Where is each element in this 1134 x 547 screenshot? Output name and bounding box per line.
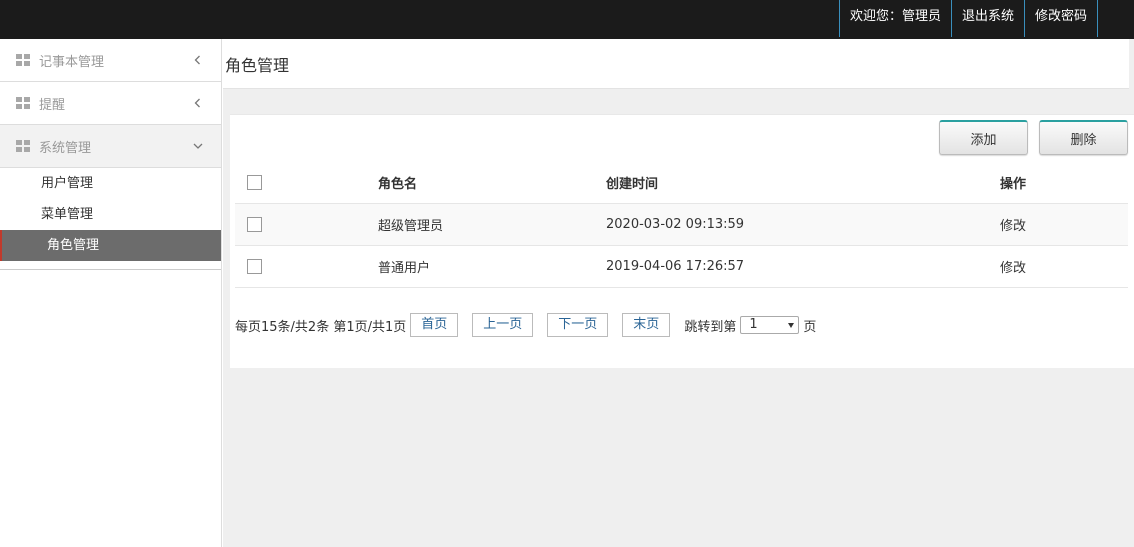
first-page-button[interactable]: 首页 [410,313,459,337]
delete-button[interactable]: 删除 [1039,120,1128,155]
jump-label: 跳转到第 [684,319,737,335]
caret-down-icon [788,323,795,328]
role-panel: 添加 删除 角色名 创建时间 操作 超级管理员 2020-03-02 09:13… [230,114,1134,368]
sidebar-group-label: 提醒 [39,97,66,113]
column-header-role-name: 角色名 [378,177,418,193]
add-button[interactable]: 添加 [939,120,1028,155]
row-checkbox[interactable] [247,216,262,232]
chevron-left-icon [194,98,200,108]
row-checkbox[interactable] [247,258,262,274]
grid-icon [16,97,30,109]
sidebar-item-menu-management[interactable]: 菜单管理 [0,199,221,230]
next-page-button[interactable]: 下一页 [547,313,609,337]
change-password-link[interactable]: 修改密码 [1023,0,1098,37]
pagination: 每页15条/共2条 第1页/共1页 首页 上一页 下一页 末页 跳转到第 1 页 [235,313,816,337]
grid-icon [16,140,30,152]
row-checkbox-cell [235,244,378,288]
sidebar-item-role-management[interactable]: 角色管理 [0,230,221,261]
logout-link[interactable]: 退出系统 [950,0,1025,37]
created-time-cell: 2020-03-02 09:13:59 [606,202,1000,245]
sidebar-group-reminder[interactable]: 提醒 [0,82,221,125]
select-all-checkbox[interactable] [247,175,262,191]
sidebar-group-notebook[interactable]: 记事本管理 [0,39,221,82]
prev-page-button[interactable]: 上一页 [472,313,534,337]
last-page-button[interactable]: 末页 [622,313,671,337]
sidebar-group-label: 记事本管理 [39,54,105,70]
created-time-cell: 2019-04-06 17:26:57 [606,244,1000,288]
sidebar-group-label: 系统管理 [39,140,92,156]
page-select[interactable]: 1 [740,316,800,334]
sidebar-group-system[interactable]: 系统管理 [0,125,221,168]
table-row: 超级管理员 2020-03-02 09:13:59 修改 [235,202,1128,245]
top-links: 欢迎您：管理员 退出系统 修改密码 [838,0,1098,37]
table-header-row: 角色名 创建时间 操作 [235,163,1128,203]
role-name-cell: 普通用户 [378,244,606,288]
page-header: 角色管理 [223,39,1129,89]
page-select-value: 1 [749,317,758,332]
jump-suffix: 页 [803,319,817,335]
edit-link[interactable]: 修改 [1000,244,1128,288]
select-all-cell [235,163,378,203]
column-header-actions: 操作 [1000,177,1027,193]
row-checkbox-cell [235,202,378,245]
page-title: 角色管理 [225,56,290,75]
edit-link[interactable]: 修改 [1000,202,1128,245]
pagination-summary: 每页15条/共2条 第1页/共1页 [235,319,407,335]
role-name-cell: 超级管理员 [378,202,606,245]
sidebar-item-user-management[interactable]: 用户管理 [0,168,221,199]
chevron-left-icon [194,55,200,65]
welcome-text: 欢迎您：管理员 [838,0,952,37]
grid-icon [16,54,30,66]
table-row: 普通用户 2019-04-06 17:26:57 修改 [235,244,1128,288]
main-content: 角色管理 添加 删除 角色名 创建时间 操作 超级管理员 2020-03-02 … [223,39,1134,547]
column-header-created-time: 创建时间 [606,177,659,193]
chevron-down-icon [193,143,203,149]
role-table: 角色名 创建时间 操作 超级管理员 2020-03-02 09:13:59 修改… [235,163,1128,288]
sidebar-submenu: 用户管理 菜单管理 角色管理 [0,168,221,270]
top-bar: 欢迎您：管理员 退出系统 修改密码 [0,0,1134,39]
sidebar: 记事本管理 提醒 系统管理 用户管理 菜单管理 角色管理 [0,39,222,547]
